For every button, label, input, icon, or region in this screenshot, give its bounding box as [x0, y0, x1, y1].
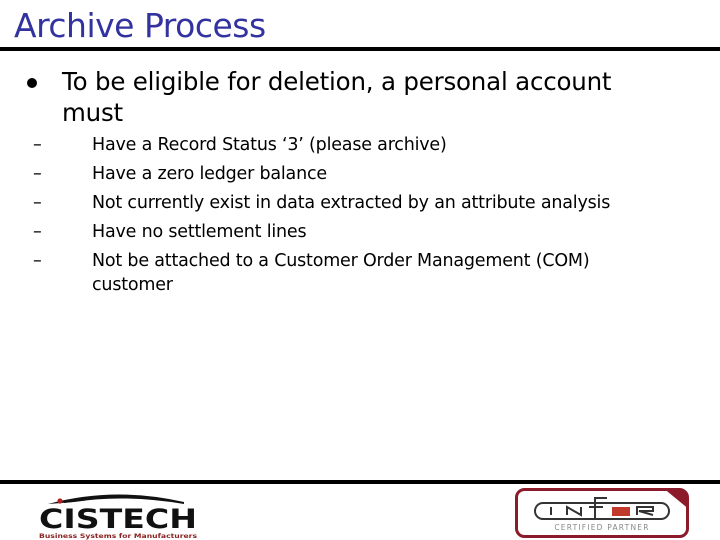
slide-body: To be eligible for deletion, a personal …: [0, 66, 720, 302]
dash-bullet-icon: –: [33, 193, 42, 213]
main-bullet-text: To be eligible for deletion, a personal …: [62, 67, 612, 127]
dash-bullet-icon: –: [33, 222, 42, 242]
sub-bullet-text: Not currently exist in data extracted by…: [92, 193, 611, 213]
infor-certified-partner-logo: CERTIFIED PARTNER: [515, 488, 689, 538]
sub-bullet-text: Have a Record Status ‘3’ (please archive…: [92, 135, 447, 155]
sub-bullet-item: – Have no settlement lines: [0, 220, 662, 244]
cistech-tagline: Business Systems for Manufacturers: [39, 533, 197, 540]
sub-bullet-text: Not be attached to a Customer Order Mana…: [92, 251, 590, 295]
certified-partner-label: CERTIFIED PARTNER: [554, 523, 649, 532]
sub-bullet-text: Have a zero ledger balance: [92, 164, 327, 184]
dash-bullet-icon: –: [33, 135, 42, 155]
sub-bullet-item: – Have a Record Status ‘3’ (please archi…: [0, 133, 662, 157]
cistech-logo: CISTECH Business Systems for Manufacture…: [39, 494, 197, 540]
footer-divider: [0, 480, 720, 484]
title-divider: [0, 47, 720, 51]
slide-title: Archive Process: [14, 6, 266, 45]
logo-swoosh-icon: [48, 494, 184, 504]
dash-bullet-icon: –: [33, 164, 42, 184]
sub-bullet-item: – Not be attached to a Customer Order Ma…: [0, 249, 662, 297]
dash-bullet-icon: –: [33, 251, 42, 271]
sub-bullet-item: – Have a zero ledger balance: [0, 162, 662, 186]
cistech-wordmark: CISTECH: [39, 504, 197, 535]
sub-bullet-item: – Not currently exist in data extracted …: [0, 191, 662, 215]
bullet-dot-icon: [27, 78, 37, 88]
logo-dot-icon: [57, 498, 63, 504]
sub-bullet-text: Have no settlement lines: [92, 222, 307, 242]
sub-bullet-list: – Have a Record Status ‘3’ (please archi…: [0, 133, 720, 297]
main-bullet-item: To be eligible for deletion, a personal …: [0, 66, 662, 128]
logo-letter-o: [612, 507, 630, 516]
